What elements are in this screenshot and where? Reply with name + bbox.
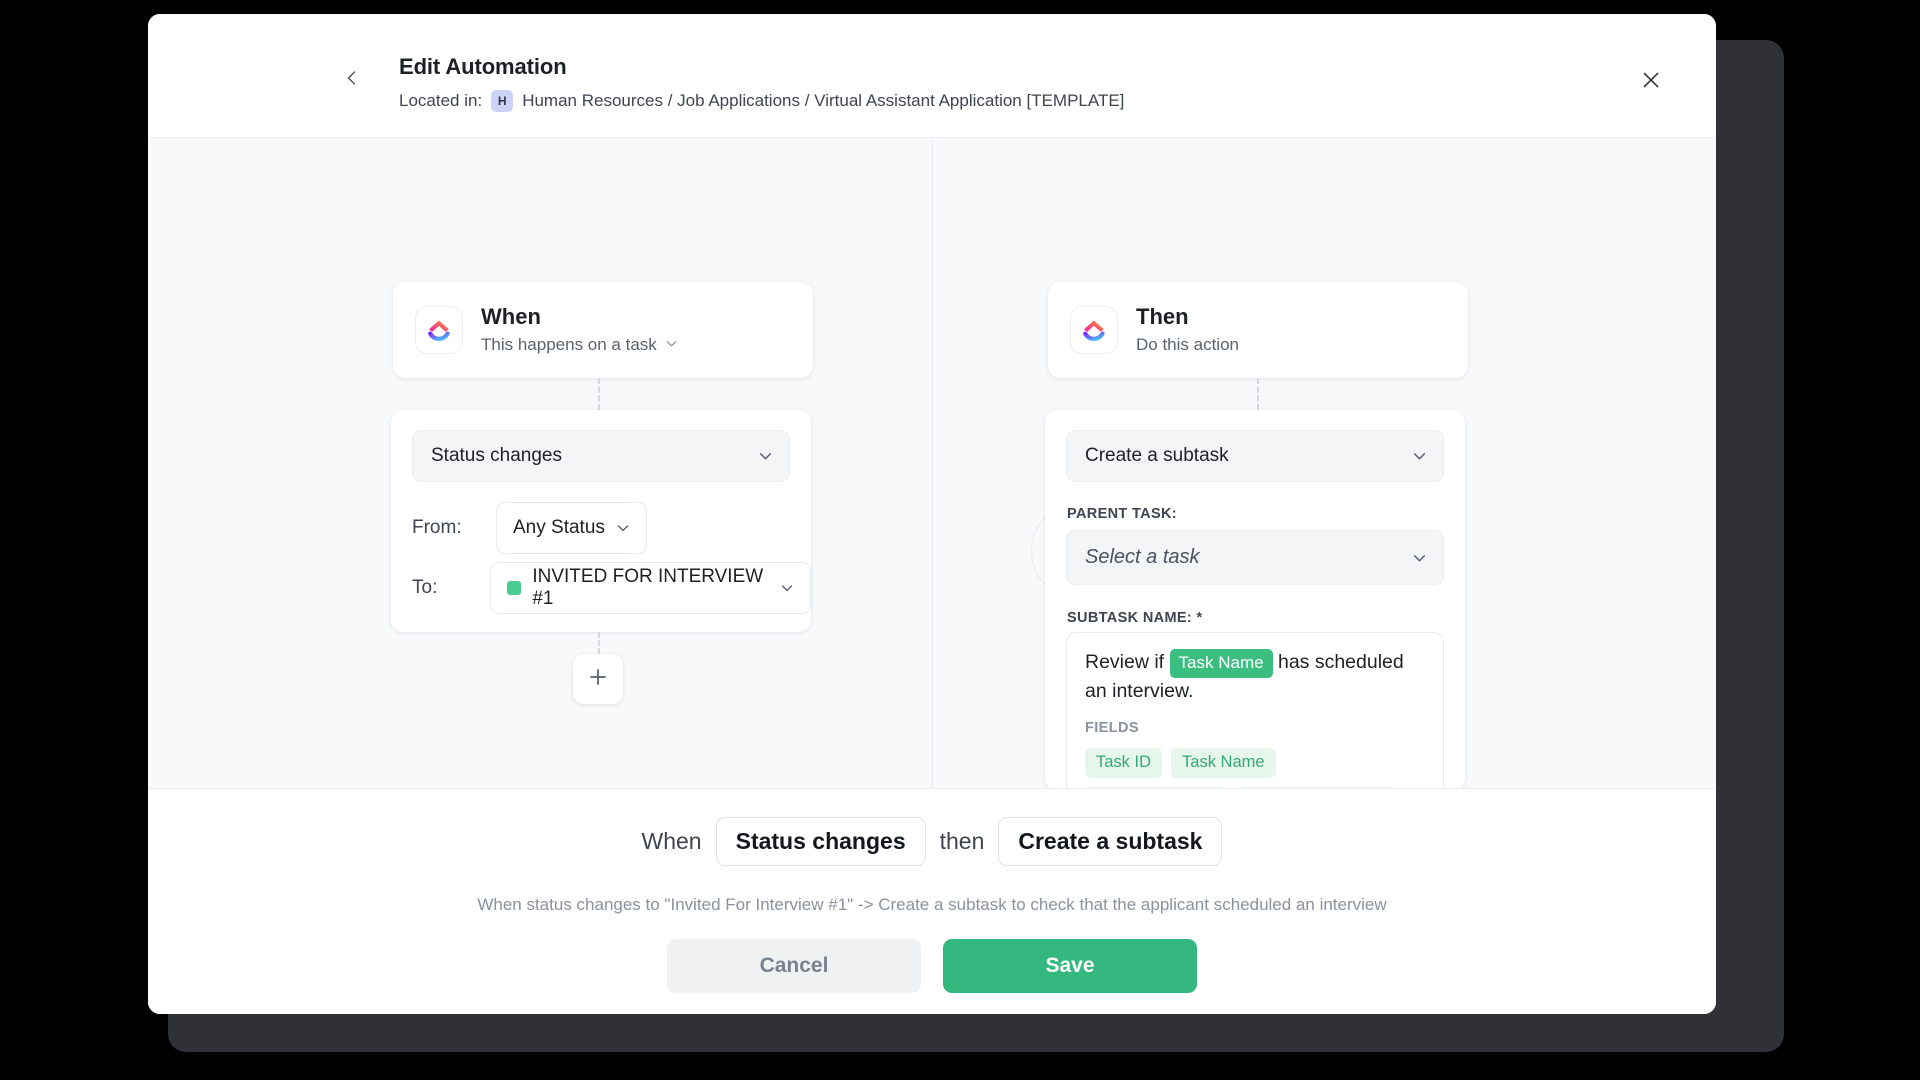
located-in-label: Located in: xyxy=(399,91,483,110)
summary-trigger-chip[interactable]: Status changes xyxy=(715,817,926,866)
plus-icon xyxy=(587,666,609,693)
summary-then-word: then xyxy=(939,828,985,854)
modal-footer: When Status changes then Create a subtas… xyxy=(148,788,1716,1014)
chevron-down-icon xyxy=(616,521,630,535)
then-header-card: Then Do this action xyxy=(1048,282,1468,378)
clickup-logo-icon xyxy=(415,306,463,354)
chevron-down-icon xyxy=(1412,550,1427,565)
edit-automation-modal: Edit Automation Located in: H Human Reso… xyxy=(148,14,1716,1014)
when-subtitle-row[interactable]: This happens on a task xyxy=(481,335,678,355)
trigger-select[interactable]: Status changes xyxy=(412,430,790,482)
fields-label: FIELDS xyxy=(1085,719,1139,736)
modal-header: Edit Automation Located in: H Human Reso… xyxy=(148,14,1716,138)
breadcrumb: Located in: H Human Resources / Job Appl… xyxy=(399,90,1124,112)
chevron-left-icon xyxy=(344,70,360,91)
chevron-down-icon xyxy=(780,581,794,595)
parent-task-label: PARENT TASK: xyxy=(1067,506,1177,522)
then-card-text: Then Do this action xyxy=(1136,305,1239,354)
space-avatar[interactable]: H xyxy=(491,90,514,112)
to-row: To: INVITED FOR INTERVIEW #1 xyxy=(412,562,811,614)
chevron-down-icon xyxy=(1412,449,1427,464)
automation-summary: When Status changes then Create a subtas… xyxy=(148,817,1716,866)
then-title: Then xyxy=(1136,304,1189,330)
parent-task-placeholder: Select a task xyxy=(1085,546,1200,568)
footer-button-row: Cancel Save xyxy=(148,939,1716,993)
screen: Edit Automation Located in: H Human Reso… xyxy=(0,0,1920,1080)
when-card-text: When This happens on a task xyxy=(481,305,678,354)
close-button[interactable] xyxy=(1636,67,1666,97)
parent-task-select[interactable]: Select a task xyxy=(1066,530,1444,585)
field-chip[interactable]: Task ID xyxy=(1085,747,1163,778)
field-chip[interactable]: Task Name xyxy=(1171,747,1276,778)
modal-body: When This happens on a task Status chang… xyxy=(148,138,1716,788)
then-config-panel: Create a subtask PARENT TASK: Select a t… xyxy=(1045,410,1465,788)
back-button[interactable] xyxy=(338,66,366,94)
status-color-swatch xyxy=(507,581,522,595)
clickup-logo-icon xyxy=(1070,306,1118,354)
when-config-panel: Status changes From: Any Status To: INVI… xyxy=(391,410,811,632)
from-row: From: Any Status xyxy=(412,502,647,554)
to-label: To: xyxy=(412,577,438,598)
when-subtitle: This happens on a task xyxy=(481,334,657,354)
cancel-button[interactable]: Cancel xyxy=(667,939,921,993)
when-title: When xyxy=(481,304,541,330)
from-status-value: Any Status xyxy=(513,517,605,538)
chevron-down-icon xyxy=(758,449,773,464)
add-trigger-connector xyxy=(598,632,600,654)
automation-description: When status changes to "Invited For Inte… xyxy=(477,895,1387,914)
then-subtitle-row: Do this action xyxy=(1136,335,1239,355)
subtask-name-label: SUBTASK NAME: * xyxy=(1067,610,1203,626)
add-trigger-button[interactable] xyxy=(573,654,623,704)
close-icon xyxy=(1641,70,1661,95)
action-select[interactable]: Create a subtask xyxy=(1066,430,1444,482)
when-connector xyxy=(598,378,600,410)
chevron-down-icon xyxy=(665,335,678,355)
subtask-text-before: Review if xyxy=(1085,651,1165,673)
subtask-name-input[interactable]: Review if Task Name has scheduled an int… xyxy=(1066,632,1444,788)
save-button[interactable]: Save xyxy=(943,939,1197,993)
to-status-select[interactable]: INVITED FOR INTERVIEW #1 xyxy=(490,562,811,614)
then-connector xyxy=(1257,378,1259,410)
summary-when-word: When xyxy=(641,828,702,854)
from-status-select[interactable]: Any Status xyxy=(496,502,647,554)
from-label: From: xyxy=(412,517,462,538)
column-divider xyxy=(932,138,933,788)
then-subtitle: Do this action xyxy=(1136,334,1239,354)
when-header-card: When This happens on a task xyxy=(393,282,813,378)
page-title: Edit Automation xyxy=(399,54,567,79)
summary-action-chip[interactable]: Create a subtask xyxy=(998,817,1223,866)
action-value: Create a subtask xyxy=(1085,445,1229,466)
field-chip-list: Task ID Task Name Task Description Creat… xyxy=(1085,747,1425,788)
subtask-name-value: Review if Task Name has scheduled an int… xyxy=(1085,649,1425,706)
to-status-value: INVITED FOR INTERVIEW #1 xyxy=(532,566,764,609)
breadcrumb-path[interactable]: Human Resources / Job Applications / Vir… xyxy=(522,91,1124,111)
task-name-token[interactable]: Task Name xyxy=(1169,649,1273,679)
trigger-value: Status changes xyxy=(431,445,562,466)
